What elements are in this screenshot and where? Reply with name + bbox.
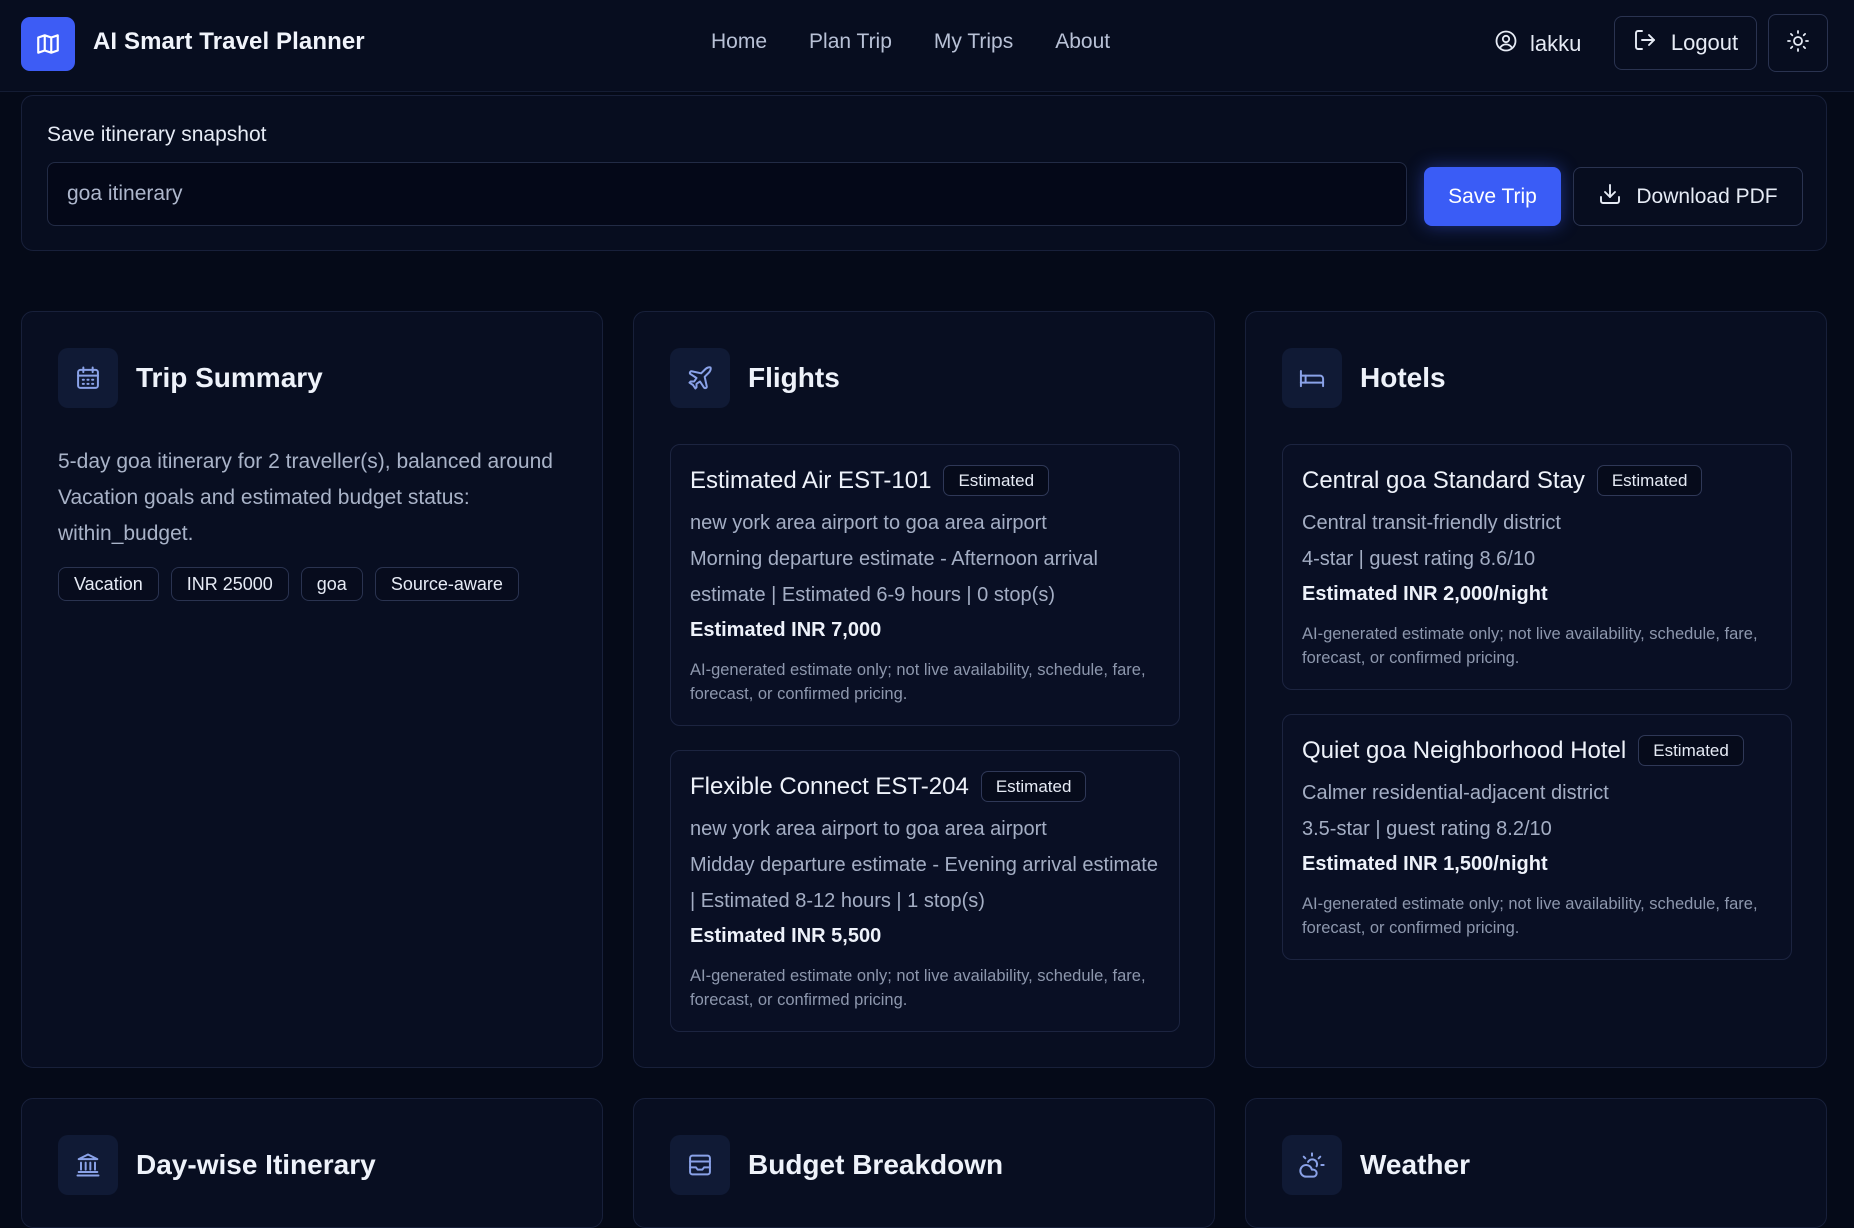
weather-title: Weather bbox=[1360, 1149, 1470, 1180]
estimated-badge: Estimated bbox=[943, 465, 1050, 496]
flight-option[interactable]: Estimated Air EST-101 Estimated new york… bbox=[670, 444, 1180, 726]
app-title[interactable]: AI Smart Travel Planner bbox=[93, 28, 365, 56]
hotels-title: Hotels bbox=[1360, 362, 1446, 393]
save-trip-button[interactable]: Save Trip bbox=[1424, 167, 1561, 226]
itinerary-card: Day-wise Itinerary bbox=[21, 1098, 603, 1228]
save-itinerary-label: Save itinerary snapshot bbox=[47, 123, 267, 146]
estimate-disclaimer: AI-generated estimate only; not live ava… bbox=[690, 661, 1146, 703]
user-circle-icon bbox=[1494, 29, 1518, 59]
estimated-badge: Estimated bbox=[1638, 735, 1744, 766]
logout-label: Logout bbox=[1670, 30, 1739, 55]
hotel-rating: 4-star | guest rating 8.6/10 bbox=[1302, 548, 1536, 570]
logout-button[interactable]: Logout bbox=[1614, 16, 1757, 70]
nav-about[interactable]: About bbox=[1055, 30, 1110, 54]
estimated-badge: Estimated bbox=[980, 771, 1087, 802]
landmark-icon bbox=[58, 1135, 118, 1195]
flight-schedule: Midday departure estimate - Evening arri… bbox=[690, 854, 1158, 912]
flights-card: Flights Estimated Air EST-101 Estimated … bbox=[633, 311, 1215, 1068]
save-itinerary-panel: Save itinerary snapshot Save Trip Downlo… bbox=[21, 95, 1827, 251]
hotel-rating: 3.5-star | guest rating 8.2/10 bbox=[1302, 818, 1552, 840]
flights-title: Flights bbox=[748, 362, 840, 393]
main-nav: Home Plan Trip My Trips About bbox=[711, 30, 1152, 54]
hotel-price: Estimated INR 2,000/night bbox=[1302, 583, 1548, 605]
hotel-details: Central transit-friendly district 4-star… bbox=[1302, 505, 1777, 577]
flight-schedule: Morning departure estimate - Afternoon a… bbox=[690, 548, 1098, 606]
hotel-name: Quiet goa Neighborhood Hotel bbox=[1302, 736, 1627, 764]
theme-toggle-button[interactable] bbox=[1768, 14, 1828, 72]
user-menu[interactable]: lakku bbox=[1494, 29, 1581, 59]
hotel-price: Estimated INR 1,500/night bbox=[1302, 853, 1548, 875]
tag-budget: INR 25000 bbox=[170, 567, 289, 601]
cloud-sun-icon bbox=[1282, 1135, 1342, 1195]
itinerary-title: Day-wise Itinerary bbox=[136, 1149, 376, 1180]
nav-home[interactable]: Home bbox=[711, 30, 767, 54]
bed-icon bbox=[1282, 348, 1342, 408]
flight-details: new york area airport to goa area airpor… bbox=[690, 811, 1165, 919]
trip-summary-card: Trip Summary 5-day goa itinerary for 2 t… bbox=[21, 311, 603, 1068]
hotel-name: Central goa Standard Stay bbox=[1302, 466, 1585, 494]
hotel-area: Calmer residential-adjacent district bbox=[1302, 782, 1609, 804]
flight-name: Flexible Connect EST-204 bbox=[690, 772, 969, 800]
flight-route: new york area airport to goa area airpor… bbox=[690, 512, 1047, 534]
hotel-option[interactable]: Central goa Standard Stay Estimated Cent… bbox=[1282, 444, 1792, 690]
username: lakku bbox=[1530, 31, 1582, 56]
hotels-card: Hotels Central goa Standard Stay Estimat… bbox=[1245, 311, 1827, 1068]
top-navbar: AI Smart Travel Planner Home Plan Trip M… bbox=[0, 0, 1854, 92]
tag-source: Source-aware bbox=[374, 567, 519, 601]
flight-name: Estimated Air EST-101 bbox=[690, 466, 932, 494]
nav-plan-trip[interactable]: Plan Trip bbox=[809, 30, 892, 54]
download-pdf-button[interactable]: Download PDF bbox=[1573, 167, 1803, 226]
flight-price: Estimated INR 5,500 bbox=[690, 925, 882, 947]
tag-purpose: Vacation bbox=[58, 567, 159, 601]
trip-tags: Vacation INR 25000 goa Source-aware bbox=[58, 567, 519, 601]
flight-details: new york area airport to goa area airpor… bbox=[690, 505, 1165, 613]
flight-price: Estimated INR 7,000 bbox=[690, 619, 882, 641]
download-pdf-label: Download PDF bbox=[1636, 184, 1778, 208]
tag-destination: goa bbox=[300, 567, 363, 601]
hotel-option[interactable]: Quiet goa Neighborhood Hotel Estimated C… bbox=[1282, 714, 1792, 960]
sun-icon bbox=[1786, 29, 1810, 58]
map-icon[interactable] bbox=[21, 17, 75, 71]
weather-card: Weather bbox=[1245, 1098, 1827, 1228]
calendar-icon bbox=[58, 348, 118, 408]
flight-option[interactable]: Flexible Connect EST-204 Estimated new y… bbox=[670, 750, 1180, 1032]
wallet-icon bbox=[670, 1135, 730, 1195]
nav-my-trips[interactable]: My Trips bbox=[934, 30, 1013, 54]
budget-card: Budget Breakdown bbox=[633, 1098, 1215, 1228]
trip-summary-text: 5-day goa itinerary for 2 traveller(s), … bbox=[58, 450, 553, 545]
estimate-disclaimer: AI-generated estimate only; not live ava… bbox=[690, 967, 1146, 1009]
trip-summary-title: Trip Summary bbox=[136, 362, 323, 393]
logout-icon bbox=[1633, 28, 1657, 58]
hotel-area: Central transit-friendly district bbox=[1302, 512, 1561, 534]
estimate-disclaimer: AI-generated estimate only; not live ava… bbox=[1302, 895, 1758, 937]
itinerary-name-input[interactable] bbox=[47, 162, 1407, 226]
estimate-disclaimer: AI-generated estimate only; not live ava… bbox=[1302, 625, 1758, 667]
plane-icon bbox=[670, 348, 730, 408]
hotel-details: Calmer residential-adjacent district 3.5… bbox=[1302, 775, 1777, 847]
estimated-badge: Estimated bbox=[1596, 465, 1703, 496]
flight-route: new york area airport to goa area airpor… bbox=[690, 818, 1047, 840]
download-icon bbox=[1598, 182, 1622, 212]
budget-title: Budget Breakdown bbox=[748, 1149, 1004, 1180]
